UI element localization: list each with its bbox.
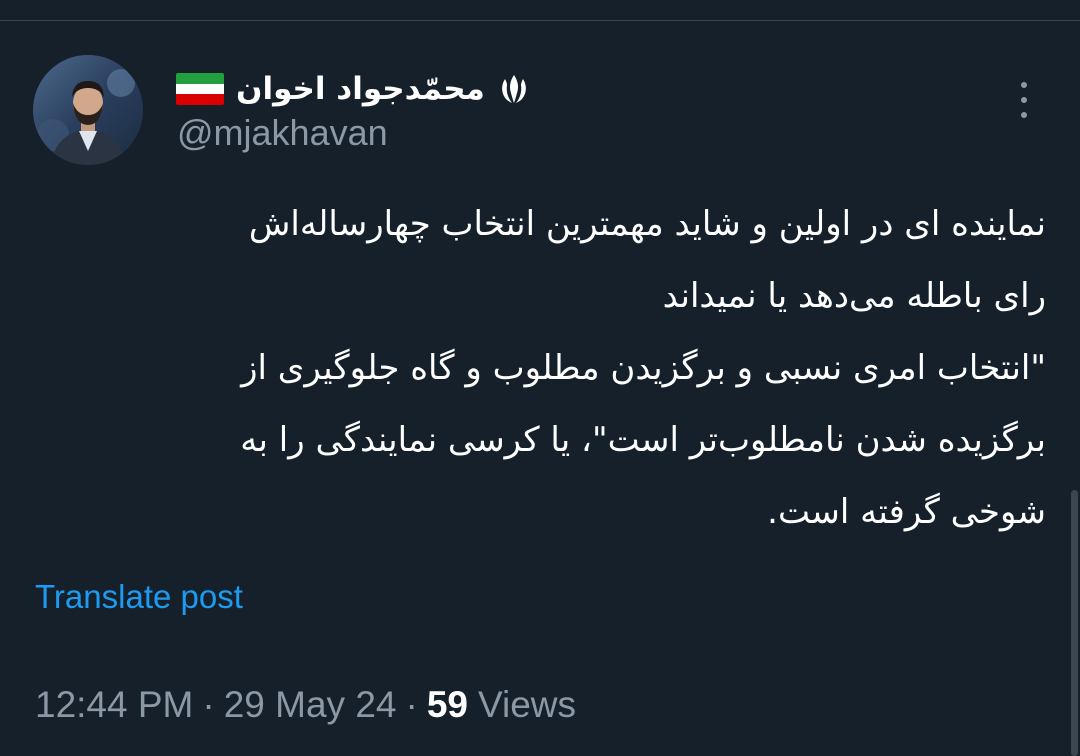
iran-flag-icon [176, 73, 224, 105]
tweet-page: محمّدجواد اخوان @mjakhavan نماینده ای در… [0, 0, 1080, 756]
post-time[interactable]: 12:44 PM [35, 684, 193, 726]
author-handle[interactable]: @mjakhavan [177, 112, 388, 154]
tweet-line: برگزیده شدن نامطلوب‌تر است"، یا کرسی نما… [240, 420, 1046, 460]
avatar[interactable] [33, 55, 143, 165]
more-dot [1021, 112, 1027, 118]
tweet-text: نماینده ای در اولین و شاید مهمترین انتخا… [36, 188, 1046, 548]
tweet-line: رای باطله می‌دهد یا نمیداند [662, 276, 1046, 316]
more-dot [1021, 82, 1027, 88]
tweet-line: شوخی گرفته است. [767, 492, 1046, 532]
iran-emblem-icon [497, 72, 531, 106]
tweet-meta: 12:44 PM · 29 May 24 · 59 Views [35, 684, 576, 726]
avatar-photo [33, 55, 143, 165]
flag-stripe-white [176, 83, 224, 95]
meta-separator: · [202, 684, 215, 725]
meta-separator: · [405, 684, 418, 725]
translate-post-link[interactable]: Translate post [35, 578, 243, 616]
tweet-line: "انتخاب امری نسبی و برگزیدن مطلوب و گاه … [241, 348, 1046, 388]
author-name-row[interactable]: محمّدجواد اخوان [176, 64, 531, 114]
display-name[interactable]: محمّدجواد اخوان [236, 71, 485, 107]
flag-stripe-green [176, 73, 224, 84]
scrollbar[interactable] [1071, 490, 1078, 756]
post-date[interactable]: 29 May 24 [224, 684, 397, 726]
views-count: 59 [426, 684, 468, 725]
more-options-icon[interactable] [1010, 80, 1038, 120]
flag-stripe-red [176, 94, 224, 105]
tweet-line: نماینده ای در اولین و شاید مهمترین انتخا… [248, 204, 1046, 244]
top-divider [0, 20, 1080, 21]
more-dot [1021, 97, 1027, 103]
views-label: Views [477, 684, 576, 725]
